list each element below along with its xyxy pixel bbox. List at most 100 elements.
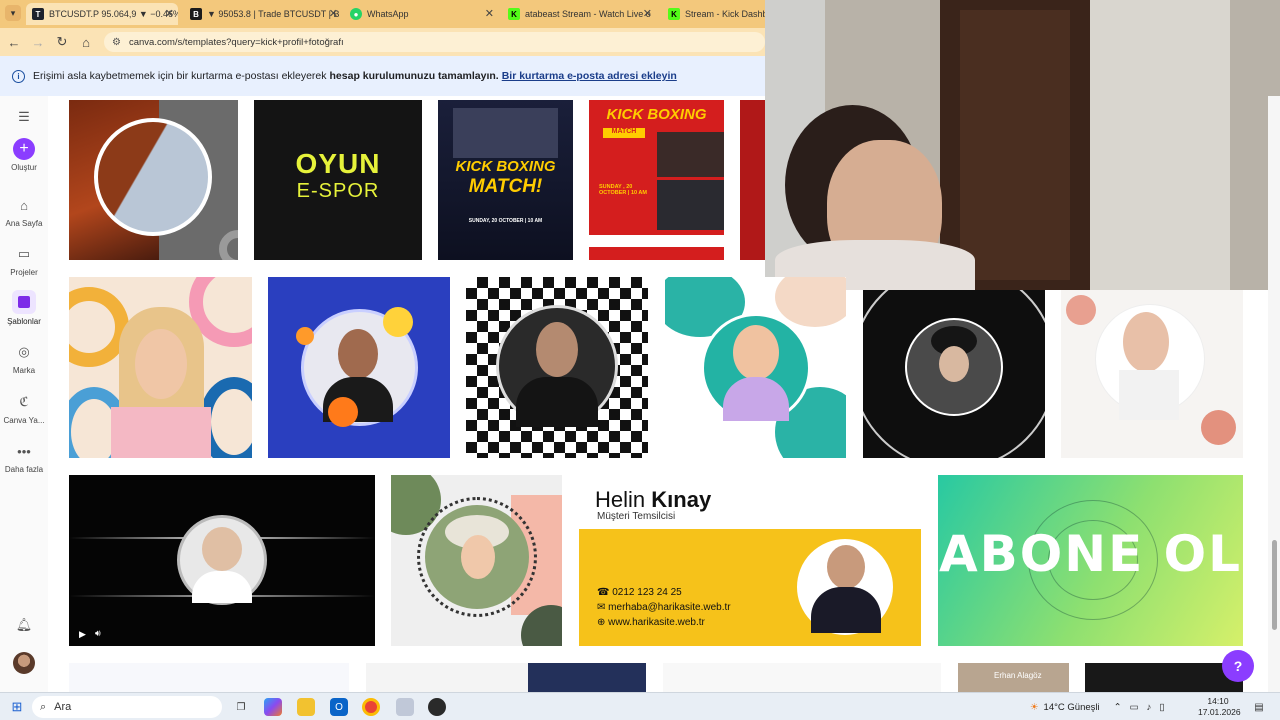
card-last-name: Kınay: [651, 487, 712, 512]
templates-icon: [12, 290, 36, 314]
reload-icon[interactable]: ↻: [54, 34, 70, 50]
task-view-icon[interactable]: ❐: [232, 698, 250, 716]
menu-button[interactable]: ☰: [0, 106, 48, 131]
brand-icon: ◎: [18, 344, 30, 359]
close-tab-icon[interactable]: ✕: [485, 7, 494, 20]
template-rose-floral[interactable]: [1061, 290, 1243, 458]
info-icon: i: [12, 69, 25, 83]
template-abone-ol[interactable]: ABONE OL: [938, 475, 1243, 646]
template-row4-3[interactable]: [663, 663, 941, 692]
sidebar-item-home[interactable]: ⌂ Ana Sayfa: [0, 194, 48, 229]
template-hat-girl[interactable]: [391, 475, 562, 646]
taskbar-search[interactable]: ⌕ Ara: [32, 696, 222, 718]
template-oyun-espor[interactable]: OYUN E-SPOR: [254, 100, 422, 260]
obs-icon[interactable]: [428, 698, 446, 716]
vertical-scrollbar[interactable]: [1268, 96, 1280, 692]
template-kickboxing-1[interactable]: KICK BOXING MATCH! SUNDAY, 20 OCTOBER | …: [438, 100, 573, 260]
sidebar-item-label: Canva Ya...: [3, 416, 45, 425]
browser-toolbar: ← → ↻ ⌂ ⚙ canva.com/s/templates?query=ki…: [0, 28, 765, 56]
network-icon[interactable]: ▭: [1130, 702, 1139, 713]
sidebar-item-projects[interactable]: ▭ Projeler: [0, 243, 48, 277]
template-row4-4[interactable]: Erhan Alagöz: [958, 663, 1069, 692]
tab-whatsapp[interactable]: ● WhatsApp ✕: [346, 3, 498, 25]
sidebar-item-more[interactable]: ••• Daha fazla: [0, 440, 48, 475]
tab-tradingview[interactable]: T BTCUSDT.P 95.064,9 ▼ −0.46% ✕: [26, 3, 178, 25]
clock[interactable]: 14:10 17.01.2026: [1198, 696, 1241, 718]
webcam-overlay: [765, 0, 1280, 290]
tab-title: Stream - Kick Dashboar: [685, 9, 765, 19]
close-tab-icon[interactable]: ✕: [165, 7, 174, 20]
notifications-button[interactable]: 🔔︎: [0, 614, 48, 639]
template-row4-2[interactable]: [366, 663, 646, 692]
tab-kick-stream[interactable]: K atabeast Stream - Watch Live o ✕: [504, 3, 656, 25]
card-name: Helin Kınay: [595, 487, 711, 513]
tab-exchange[interactable]: B ▼ 95053.8 | Trade BTCUSDT | B ✕: [186, 3, 342, 25]
volume-icon[interactable]: ♪: [1147, 702, 1152, 713]
tab-title: atabeast Stream - Watch Live o: [525, 9, 651, 19]
tab-title: WhatsApp: [367, 9, 409, 19]
sidebar-item-label: Projeler: [10, 268, 38, 277]
banner-text: Erişimi asla kaybetmemek için bir kurtar…: [33, 70, 327, 82]
template-teal-girl[interactable]: [665, 277, 846, 458]
system-tray: ☀ 14°C Güneşli ⌃ ▭ ♪ ▯: [1030, 697, 1165, 717]
card-phone: ☎ 0212 123 24 25: [597, 587, 682, 598]
weather-icon: ☀: [1030, 701, 1039, 713]
template-floral-frame[interactable]: [268, 277, 450, 458]
template-video-white-cap[interactable]: ▶ 🔊︎: [69, 475, 375, 646]
windows-start-icon[interactable]: ⊞: [8, 698, 26, 716]
template-name: Erhan Alagöz: [994, 671, 1042, 680]
add-recovery-email-link[interactable]: Bir kurtarma e-posta adresi ekleyin: [502, 70, 677, 82]
play-icon[interactable]: ▶: [79, 629, 86, 640]
template-business-card[interactable]: Helin Kınay Müşteri Temsilcisi ☎ 0212 12…: [579, 475, 921, 646]
battery-icon[interactable]: ▯: [1159, 702, 1164, 713]
sidebar-item-canva-ai[interactable]: ℭ Canva Ya...: [0, 391, 48, 426]
card-email: ✉ merhaba@harikasite.web.tr: [597, 602, 731, 613]
template-title: KICK BOXING: [606, 106, 707, 123]
profile-avatar-button[interactable]: [0, 652, 48, 674]
avatar: [13, 652, 35, 674]
tab-kick-dashboard[interactable]: K Stream - Kick Dashboar: [664, 3, 765, 25]
site-info-icon[interactable]: ⚙: [112, 37, 121, 48]
sidebar-item-create[interactable]: + Oluştur: [0, 138, 48, 172]
template-partial[interactable]: [740, 100, 765, 260]
home-icon[interactable]: ⌂: [78, 34, 94, 50]
hamburger-icon: ☰: [18, 109, 30, 124]
canva-ai-icon: ℭ: [19, 394, 29, 410]
template-kickboxing-2[interactable]: KICK BOXING MATCH SUNDAY , 20 OCTOBER | …: [589, 100, 724, 260]
tradingview-icon: T: [32, 8, 44, 20]
back-arrow-icon[interactable]: ←: [6, 34, 22, 50]
volume-icon[interactable]: 🔊︎: [95, 628, 101, 639]
chevron-up-icon[interactable]: ⌃: [1114, 702, 1122, 713]
template-title: OYUN: [295, 148, 381, 179]
close-tab-icon[interactable]: ✕: [329, 7, 338, 20]
scrollbar-thumb[interactable]: [1272, 540, 1277, 630]
outlook-icon[interactable]: O: [330, 698, 348, 716]
template-row4-5[interactable]: [1085, 663, 1243, 692]
help-button[interactable]: ?: [1222, 650, 1254, 682]
notification-center-icon[interactable]: ▤: [1250, 698, 1268, 716]
sidebar-item-templates[interactable]: Şablonlar: [0, 290, 48, 326]
more-dots-icon: •••: [17, 443, 31, 459]
template-colorful-blonde[interactable]: [69, 277, 252, 458]
chrome-icon[interactable]: [362, 698, 380, 716]
template-dark-hat[interactable]: [863, 290, 1045, 458]
tab-search-icon[interactable]: ▾: [5, 5, 21, 21]
sidebar-item-brand[interactable]: ◎ Marka: [0, 341, 48, 375]
app-icon[interactable]: [396, 698, 414, 716]
template-date: SUNDAY , 20 OCTOBER | 10 AM: [599, 184, 647, 196]
copilot-icon[interactable]: [264, 698, 282, 716]
forward-arrow-icon[interactable]: →: [30, 34, 46, 50]
template-row4-1[interactable]: [69, 663, 349, 692]
sidebar-item-label: Şablonlar: [7, 317, 41, 326]
address-bar[interactable]: ⚙ canva.com/s/templates?query=kick+profi…: [104, 32, 765, 52]
template-climber[interactable]: [69, 100, 238, 260]
template-checkered[interactable]: [466, 277, 648, 458]
file-explorer-icon[interactable]: [297, 698, 315, 716]
search-icon: ⌕: [40, 700, 47, 713]
tab-title: ▼ 95053.8 | Trade BTCUSDT | B: [207, 9, 340, 19]
banner-bold-text: hesap kurulumunuzu tamamlayın.: [329, 70, 499, 82]
plus-icon: +: [13, 138, 35, 160]
recovery-email-banner: i Erişimi asla kaybetmemek için bir kurt…: [0, 56, 765, 96]
card-first-name: Helin: [595, 487, 646, 512]
close-tab-icon[interactable]: ✕: [643, 7, 652, 20]
